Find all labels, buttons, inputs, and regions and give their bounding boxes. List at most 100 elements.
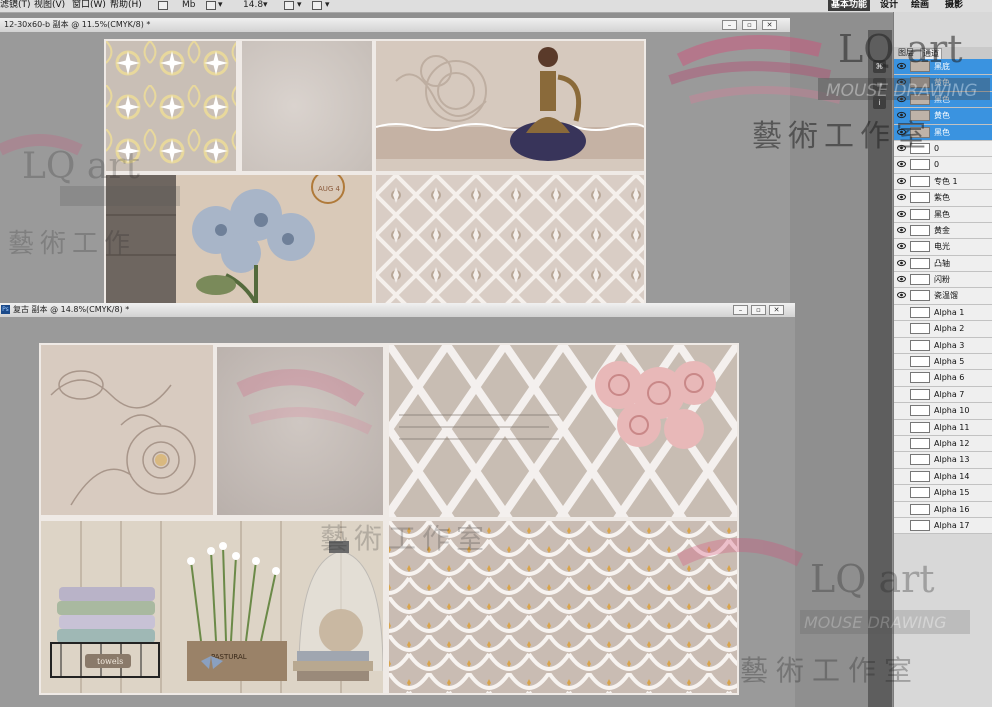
history-icon[interactable]: ⌘ (873, 60, 886, 73)
screen-mode-icon[interactable] (312, 1, 322, 10)
channel-row[interactable]: 黄色 (894, 108, 992, 125)
document-titlebar-1[interactable]: 12-30x60-b 副本 @ 11.5%(CMYK/8) * – ▫ ✕ (0, 18, 790, 33)
restore-button[interactable]: ▫ (742, 20, 757, 30)
workspace-essentials[interactable]: 基本功能 (828, 0, 871, 11)
channel-row[interactable]: Alpha 2 (894, 321, 992, 338)
eye-icon[interactable] (897, 291, 906, 299)
minimize-button[interactable]: – (733, 305, 748, 315)
tab-layers[interactable]: 图层 (896, 48, 916, 58)
minibridge-label[interactable]: Mb (182, 0, 195, 11)
workspace-photography[interactable]: 摄影 (945, 0, 963, 11)
eye-icon[interactable] (897, 193, 906, 201)
canvas-1[interactable]: AUG 4 (104, 39, 646, 304)
workspace-design[interactable]: 设计 (880, 0, 898, 11)
eye-icon[interactable] (897, 455, 906, 463)
workspace-painting[interactable]: 绘画 (911, 0, 929, 11)
eye-icon[interactable] (897, 505, 906, 513)
channel-row[interactable]: 黑色 (894, 206, 992, 223)
channel-row[interactable]: Alpha 6 (894, 370, 992, 387)
channel-thumbnail (910, 175, 930, 187)
channel-list: 黑底 黄色 黑色 黄色 黑色 0 0 专色 1 紫色 黑色 黄金 电光 凸轴 闪粉 瓷温馏 Alpha 1 Al… (894, 59, 992, 535)
channel-row[interactable]: 黑色 (894, 124, 992, 141)
menu-view[interactable]: 视图(V) (34, 0, 65, 11)
eye-icon[interactable] (897, 406, 906, 414)
menu-help[interactable]: 帮助(H) (110, 0, 142, 11)
channel-row[interactable]: Alpha 13 (894, 452, 992, 469)
channel-row[interactable]: 凸轴 (894, 255, 992, 273)
channel-thumbnail (910, 126, 930, 138)
eye-icon[interactable] (897, 62, 906, 70)
arrange-documents-icon[interactable] (284, 1, 294, 10)
channel-row[interactable]: Alpha 5 (894, 354, 992, 371)
channel-row[interactable]: Alpha 3 (894, 337, 992, 355)
channel-row[interactable]: Alpha 14 (894, 468, 992, 486)
channel-name: 黄金 (934, 225, 950, 235)
arrange-chevron-icon[interactable]: ▾ (297, 0, 302, 11)
channel-row[interactable]: Alpha 1 (894, 304, 992, 322)
channel-row[interactable]: Alpha 10 (894, 403, 992, 420)
chevron-down-icon[interactable]: ▾ (218, 0, 223, 11)
restore-button[interactable]: ▫ (751, 305, 766, 315)
channel-thumbnail (910, 290, 930, 302)
bridge-icon[interactable] (158, 1, 168, 10)
eye-icon[interactable] (897, 472, 906, 480)
menu-filter[interactable]: 滤镜(T) (0, 0, 31, 11)
eye-icon[interactable] (897, 521, 906, 529)
channel-row[interactable]: 0 (894, 157, 992, 174)
close-button[interactable]: ✕ (769, 305, 784, 315)
minimize-button[interactable]: – (722, 20, 737, 30)
channel-row[interactable]: 0 (894, 140, 992, 158)
channel-row[interactable]: 黑底 (894, 59, 992, 76)
channel-row[interactable]: Alpha 12 (894, 435, 992, 453)
properties-icon[interactable]: ≡ (873, 78, 886, 91)
channel-row[interactable]: Alpha 11 (894, 419, 992, 436)
eye-icon[interactable] (897, 226, 906, 234)
tile-velvet (217, 347, 383, 515)
channel-row[interactable]: Alpha 16 (894, 501, 992, 518)
eye-icon[interactable] (897, 275, 906, 283)
eye-icon[interactable] (897, 111, 906, 119)
menu-window[interactable]: 窗口(W) (72, 0, 106, 11)
eye-icon[interactable] (897, 373, 906, 381)
info-icon[interactable]: i (873, 96, 886, 109)
eye-icon[interactable] (897, 78, 906, 86)
channel-row[interactable]: 黄色 (894, 75, 992, 92)
eye-icon[interactable] (897, 160, 906, 168)
eye-icon[interactable] (897, 390, 906, 398)
channel-row[interactable]: 瓷温馏 (894, 288, 992, 305)
channel-thumbnail (910, 487, 930, 499)
eye-icon[interactable] (897, 128, 906, 136)
close-button[interactable]: ✕ (762, 20, 777, 30)
tab-channels[interactable]: 通道 (920, 48, 942, 59)
document-window-1: 12-30x60-b 副本 @ 11.5%(CMYK/8) * – ▫ ✕ AU… (0, 18, 790, 304)
document-titlebar-2[interactable]: Ps 复古 副本 @ 14.8%(CMYK/8) * – ▫ ✕ (0, 303, 795, 318)
eye-icon[interactable] (897, 177, 906, 185)
eye-icon[interactable] (897, 423, 906, 431)
canvas-2[interactable]: towels PASTURAL (39, 343, 739, 695)
eye-icon[interactable] (897, 308, 906, 316)
screen-mode-chevron-icon[interactable]: ▾ (325, 0, 330, 11)
eye-icon[interactable] (897, 210, 906, 218)
eye-icon[interactable] (897, 324, 906, 332)
eye-icon[interactable] (897, 144, 906, 152)
channel-row[interactable]: 紫色 (894, 190, 992, 207)
eye-icon[interactable] (897, 95, 906, 103)
zoom-level[interactable]: 14.8 (243, 0, 263, 11)
channel-row[interactable]: 黑色 (894, 91, 992, 109)
eye-icon[interactable] (897, 439, 906, 447)
channel-row[interactable]: Alpha 15 (894, 485, 992, 502)
document-title-1: 12-30x60-b 副本 @ 11.5%(CMYK/8) * (4, 20, 151, 29)
view-extras-icon[interactable] (206, 1, 216, 10)
channel-row[interactable]: 专色 1 (894, 173, 992, 191)
eye-icon[interactable] (897, 357, 906, 365)
channel-row[interactable]: 黄金 (894, 222, 992, 240)
eye-icon[interactable] (897, 259, 906, 267)
channel-row[interactable]: 电光 (894, 239, 992, 256)
eye-icon[interactable] (897, 242, 906, 250)
channel-row[interactable]: Alpha 7 (894, 386, 992, 404)
eye-icon[interactable] (897, 488, 906, 496)
eye-icon[interactable] (897, 341, 906, 349)
channel-row[interactable]: 闪粉 (894, 272, 992, 289)
channel-row[interactable]: Alpha 17 (894, 517, 992, 535)
zoom-chevron-icon[interactable]: ▾ (263, 0, 268, 11)
